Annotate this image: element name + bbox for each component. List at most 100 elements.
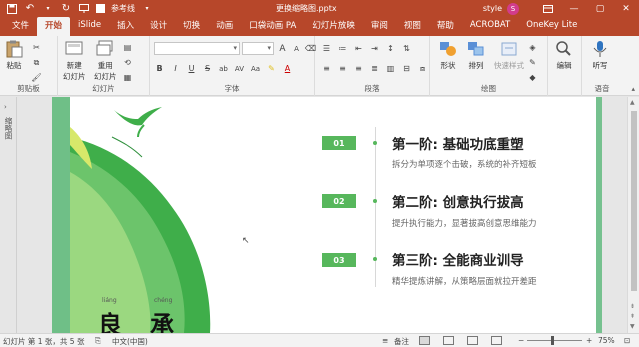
arrange-button[interactable]: 排列: [466, 40, 486, 71]
char-spacing-button[interactable]: AV: [234, 63, 245, 74]
align-text-icon[interactable]: ⊟: [401, 63, 412, 74]
notes-button[interactable]: 备注: [394, 336, 409, 347]
restore-button[interactable]: ▢: [587, 0, 613, 17]
slideshow-icon[interactable]: [78, 3, 90, 15]
font-color-button[interactable]: A: [282, 63, 293, 74]
notes-icon[interactable]: ≡: [382, 336, 388, 345]
scroll-down-icon[interactable]: ▼: [630, 323, 635, 330]
spellcheck-icon[interactable]: ⎘: [95, 336, 101, 346]
reuse-slides-button[interactable]: 重用 幻灯片: [94, 40, 117, 82]
change-case-button[interactable]: Aa: [250, 63, 261, 74]
zoom-slider-thumb[interactable]: [551, 336, 554, 345]
undo-dropdown-icon[interactable]: ▾: [42, 3, 54, 15]
zoom-in-icon[interactable]: +: [586, 336, 592, 345]
zoom-out-icon[interactable]: −: [518, 336, 524, 345]
smartart-icon[interactable]: ⧈: [417, 63, 428, 74]
font-name-combo[interactable]: ▾: [154, 42, 240, 55]
shadow-button[interactable]: ab: [218, 63, 229, 74]
new-slide-button[interactable]: 新建 幻灯片: [63, 40, 86, 82]
tab-view[interactable]: 视图: [396, 17, 429, 36]
increase-indent-icon[interactable]: ⇥: [369, 43, 380, 54]
grow-font-icon[interactable]: A: [277, 43, 288, 54]
undo-icon[interactable]: ↶: [24, 3, 36, 15]
font-group: ▾ ▾ A A ⌫ B I U S ab AV Aa ✎ A 字体: [150, 36, 316, 96]
guides-checkbox[interactable]: [96, 4, 105, 13]
slide-sorter-icon[interactable]: [443, 336, 454, 345]
minimize-button[interactable]: —: [561, 0, 587, 17]
tab-islide[interactable]: iSlide: [70, 17, 109, 36]
scroll-up-icon[interactable]: ▲: [630, 99, 635, 106]
italic-button[interactable]: I: [170, 63, 181, 74]
collapse-ribbon-icon[interactable]: ▴: [631, 85, 635, 93]
zoom-level[interactable]: 75%: [598, 336, 615, 345]
reset-icon[interactable]: ⟲: [122, 57, 133, 68]
zoom-slider[interactable]: [527, 340, 582, 341]
columns-icon[interactable]: ▥: [385, 63, 396, 74]
calligraphy-character: 承: [150, 310, 174, 333]
user-name[interactable]: style: [483, 4, 502, 13]
tab-animations[interactable]: 动画: [208, 17, 241, 36]
shape-outline-icon[interactable]: ✎: [527, 57, 538, 68]
thumbnails-pane[interactable]: › 缩略图: [0, 97, 17, 333]
layout-icon[interactable]: ▤: [122, 42, 133, 53]
align-left-icon[interactable]: ≡: [321, 63, 332, 74]
tab-help[interactable]: 帮助: [429, 17, 462, 36]
text-direction-icon[interactable]: ⇅: [401, 43, 412, 54]
underline-button[interactable]: U: [186, 63, 197, 74]
close-button[interactable]: ✕: [613, 0, 639, 17]
fit-to-window-icon[interactable]: ⊡: [624, 336, 630, 345]
dictate-button[interactable]: 听写: [590, 40, 610, 71]
ribbon-display-icon[interactable]: [535, 0, 561, 17]
customize-toolbar-icon[interactable]: ▾: [141, 3, 153, 15]
normal-view-icon[interactable]: [419, 336, 430, 345]
avatar[interactable]: S: [507, 2, 519, 15]
tab-slideshow[interactable]: 幻灯片放映: [304, 17, 363, 36]
tab-file[interactable]: 文件: [4, 17, 37, 36]
expand-pane-icon[interactable]: ›: [4, 103, 7, 111]
paste-label: 粘贴: [6, 61, 22, 70]
arrange-label: 排列: [468, 61, 484, 70]
tab-acrobat[interactable]: ACROBAT: [462, 17, 518, 36]
tab-design[interactable]: 设计: [142, 17, 175, 36]
numbering-icon[interactable]: ≔: [337, 43, 348, 54]
redo-icon[interactable]: ↻: [60, 3, 72, 15]
font-size-combo[interactable]: ▾: [242, 42, 274, 55]
slide-canvas[interactable]: 01 第一阶: 基础功底重塑 拆分为单项逐个击破，系统的补齐短板 02 第二阶:…: [52, 97, 602, 333]
shapes-button[interactable]: 形状: [438, 40, 458, 71]
tab-transitions[interactable]: 切换: [175, 17, 208, 36]
align-center-icon[interactable]: ≡: [337, 63, 348, 74]
new-slide-icon: [65, 41, 83, 55]
slideshow-view-icon[interactable]: [491, 336, 502, 345]
quick-styles-button[interactable]: 快速样式: [494, 40, 524, 71]
decrease-indent-icon[interactable]: ⇤: [353, 43, 364, 54]
tab-review[interactable]: 审阅: [363, 17, 396, 36]
tab-home[interactable]: 开始: [37, 17, 71, 36]
bold-button[interactable]: B: [154, 63, 165, 74]
align-right-icon[interactable]: ≡: [353, 63, 364, 74]
prev-slide-icon[interactable]: ⇞: [630, 313, 635, 320]
scrollbar-thumb[interactable]: [631, 111, 637, 291]
justify-icon[interactable]: ≣: [369, 63, 380, 74]
highlight-icon[interactable]: ✎: [266, 63, 277, 74]
save-icon[interactable]: [6, 3, 18, 15]
vertical-scrollbar[interactable]: ▲ ⇟ ⇞ ▼: [627, 97, 639, 333]
shape-fill-icon[interactable]: ◈: [527, 42, 538, 53]
language-indicator[interactable]: 中文(中国): [112, 336, 148, 347]
tab-insert[interactable]: 插入: [109, 17, 142, 36]
copy-icon[interactable]: ⧉: [31, 57, 42, 68]
tab-pocket-animation[interactable]: 口袋动画 PA: [241, 17, 304, 36]
next-slide-icon[interactable]: ⇟: [630, 303, 635, 310]
cut-icon[interactable]: ✂: [31, 42, 42, 53]
tab-onekey[interactable]: OneKey Lite: [518, 17, 585, 36]
strikethrough-button[interactable]: S: [202, 63, 213, 74]
editing-button[interactable]: 编辑: [554, 40, 574, 71]
format-painter-icon[interactable]: 🖌: [31, 72, 42, 83]
shrink-font-icon[interactable]: A: [291, 43, 302, 54]
shape-effects-icon[interactable]: ◆: [527, 72, 538, 83]
dictate-label: 听写: [592, 61, 608, 70]
bullets-icon[interactable]: ☰: [321, 43, 332, 54]
reading-view-icon[interactable]: [467, 336, 478, 345]
line-spacing-icon[interactable]: ↕: [385, 43, 396, 54]
section-icon[interactable]: ▦: [122, 72, 133, 83]
paste-button[interactable]: 粘贴: [4, 40, 24, 71]
